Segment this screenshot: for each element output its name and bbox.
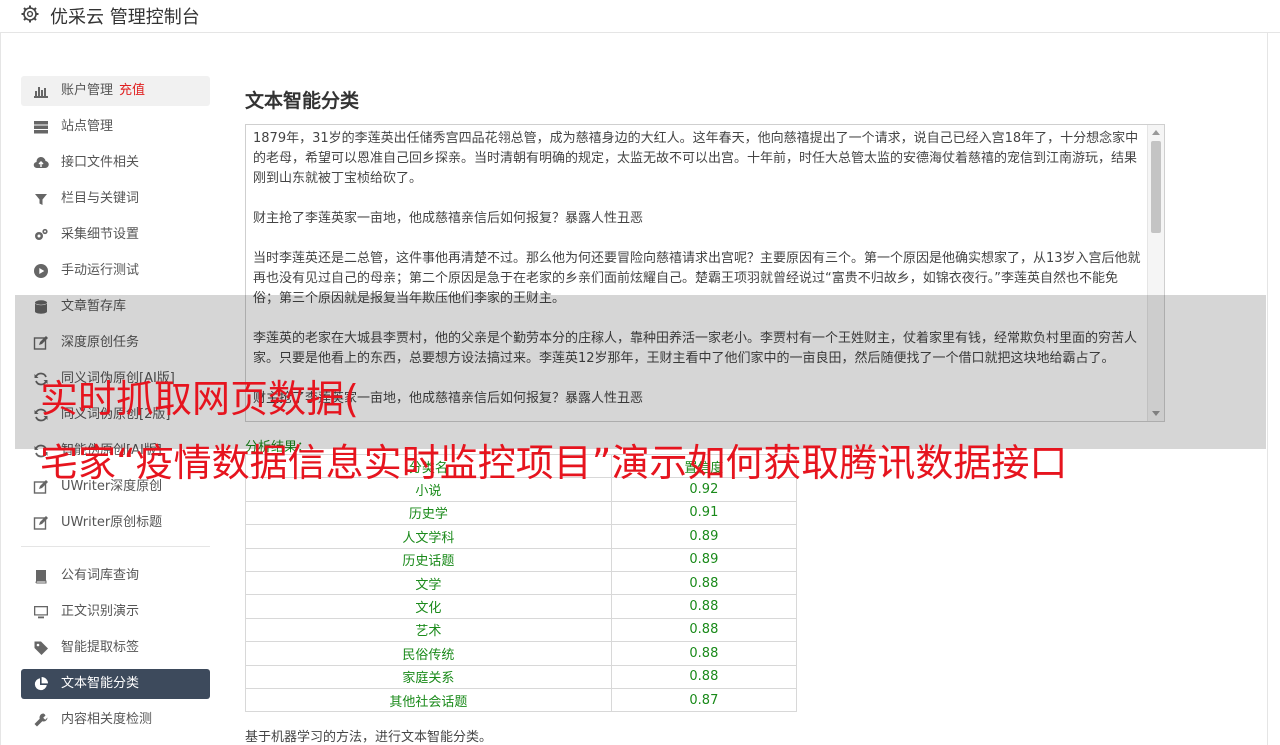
classification-table: 分类名 置信度 小说 0.92 历史学 0.91 人文学科 0.89 历史话题 0.89…: [245, 453, 798, 713]
sidebar-item-uwriter-title[interactable]: UWriter原创标题: [21, 508, 210, 538]
table-row: 人文学科 0.89: [245, 524, 798, 549]
sidebar-item-label: 内容相关度检测: [61, 712, 153, 727]
sidebar-item-label: 手动运行测试: [61, 263, 140, 278]
table-row: 民俗传统 0.88: [245, 641, 798, 666]
sidebar-item-label: 文本智能分类: [61, 676, 140, 691]
overlay-banner: [15, 295, 1266, 449]
table-row: 文学 0.88: [245, 570, 798, 596]
sidebar-item-public-lexicon[interactable]: 公有词库查询: [21, 561, 210, 591]
book-icon: [35, 570, 47, 584]
top-bar: 优采云 管理控制台: [0, 0, 1280, 33]
table-row: 历史话题 0.89: [245, 547, 798, 572]
edit-icon: [33, 516, 48, 530]
tag-icon: [34, 641, 48, 655]
textarea-paragraph: 财主抢了李莲英家一亩地，他成慈禧亲信后如何报复？暴露人性丑恶: [253, 211, 644, 226]
category-cell: 其他社会话题: [245, 687, 612, 713]
scroll-thumb[interactable]: [1151, 141, 1161, 233]
sidebar-item-account[interactable]: 账户管理 充值: [21, 76, 210, 106]
confidence-cell: 0.89: [610, 524, 798, 549]
confidence-cell: 0.88: [610, 641, 798, 666]
confidence-cell: 0.87: [610, 687, 798, 713]
sidebar-item-relevance-check[interactable]: 内容相关度检测: [21, 705, 210, 735]
confidence-cell: 0.88: [610, 570, 798, 596]
sidebar-item-label: 智能提取标签: [61, 640, 140, 655]
confidence-cell: 0.91: [610, 500, 798, 526]
sidebar-item-label: 站点管理: [61, 119, 114, 134]
category-cell: 文学: [245, 570, 612, 596]
table-row: 其他社会话题 0.87: [245, 687, 798, 713]
sidebar-item-columns-keywords[interactable]: 栏目与关键词: [21, 184, 210, 214]
category-cell: 人文学科: [245, 524, 612, 549]
sidebar-item-label: 账户管理: [61, 83, 114, 98]
cloud-upload-icon: [33, 156, 49, 169]
gears-icon: [35, 228, 48, 240]
table-row: 历史学 0.91: [245, 500, 798, 526]
category-cell: 艺术: [245, 617, 612, 643]
gear-icon: [21, 5, 39, 23]
sidebar-item-smart-tags[interactable]: 智能提取标签: [21, 633, 210, 663]
play-circle-icon: [34, 264, 48, 278]
monitor-icon: [34, 606, 48, 619]
frame-border-right: [1267, 33, 1268, 745]
confidence-cell: 0.88: [610, 594, 798, 619]
sidebar-item-label: 采集细节设置: [61, 227, 140, 242]
wrench-icon: [34, 713, 48, 727]
sidebar-item-interface-files[interactable]: 接口文件相关: [21, 148, 210, 178]
category-cell: 民俗传统: [245, 641, 612, 666]
sidebar-divider: [21, 546, 210, 547]
sidebar-item-text-classification[interactable]: 文本智能分类: [21, 669, 210, 699]
category-cell: 文化: [245, 594, 612, 619]
category-cell: 历史学: [245, 500, 612, 526]
recharge-link[interactable]: 充值: [119, 83, 145, 98]
category-cell: 家庭关系: [245, 664, 612, 689]
frame-border-left: [0, 33, 1, 745]
app-title: 优采云 管理控制台: [50, 7, 200, 28]
sidebar-item-label: UWriter原创标题: [61, 515, 163, 530]
sidebar-item-collect-settings[interactable]: 采集细节设置: [21, 220, 210, 250]
confidence-cell: 0.89: [610, 547, 798, 572]
sidebar-item-label: 接口文件相关: [61, 155, 140, 170]
overlay-title-line-2: 宅家“疫情数据信息实时监控项目”演示如何获取腾讯数据接口: [40, 441, 1068, 485]
confidence-cell: 0.88: [610, 617, 798, 643]
sidebar-item-label: 栏目与关键词: [61, 191, 140, 206]
sidebar-item-label: 公有词库查询: [61, 568, 140, 583]
scroll-up-arrow-icon[interactable]: [1152, 130, 1160, 135]
sidebar-item-sites[interactable]: 站点管理: [21, 112, 210, 142]
textarea-paragraph: 1879年，31岁的李莲英出任储秀宫四品花翎总管，成为慈禧身边的大红人。这年春天…: [253, 131, 1139, 186]
server-icon: [34, 121, 48, 134]
sidebar-item-manual-run[interactable]: 手动运行测试: [21, 256, 210, 286]
pie-chart-icon: [34, 677, 48, 691]
page-title: 文本智能分类: [245, 90, 360, 112]
confidence-cell: 0.88: [610, 664, 798, 689]
filter-icon: [35, 194, 47, 205]
bar-chart-icon: [34, 87, 48, 98]
sidebar-item-label: 正文识别演示: [61, 604, 140, 619]
overlay-title-line-1: 实时抓取网页数据(: [40, 377, 359, 421]
sidebar-item-text-recognition[interactable]: 正文识别演示: [21, 597, 210, 627]
footnote: 基于机器学习的方法，进行文本智能分类。: [245, 730, 493, 745]
category-cell: 历史话题: [245, 547, 612, 572]
table-row: 文化 0.88: [245, 594, 798, 619]
table-row: 家庭关系 0.88: [245, 664, 798, 689]
table-row: 艺术 0.88: [245, 617, 798, 643]
